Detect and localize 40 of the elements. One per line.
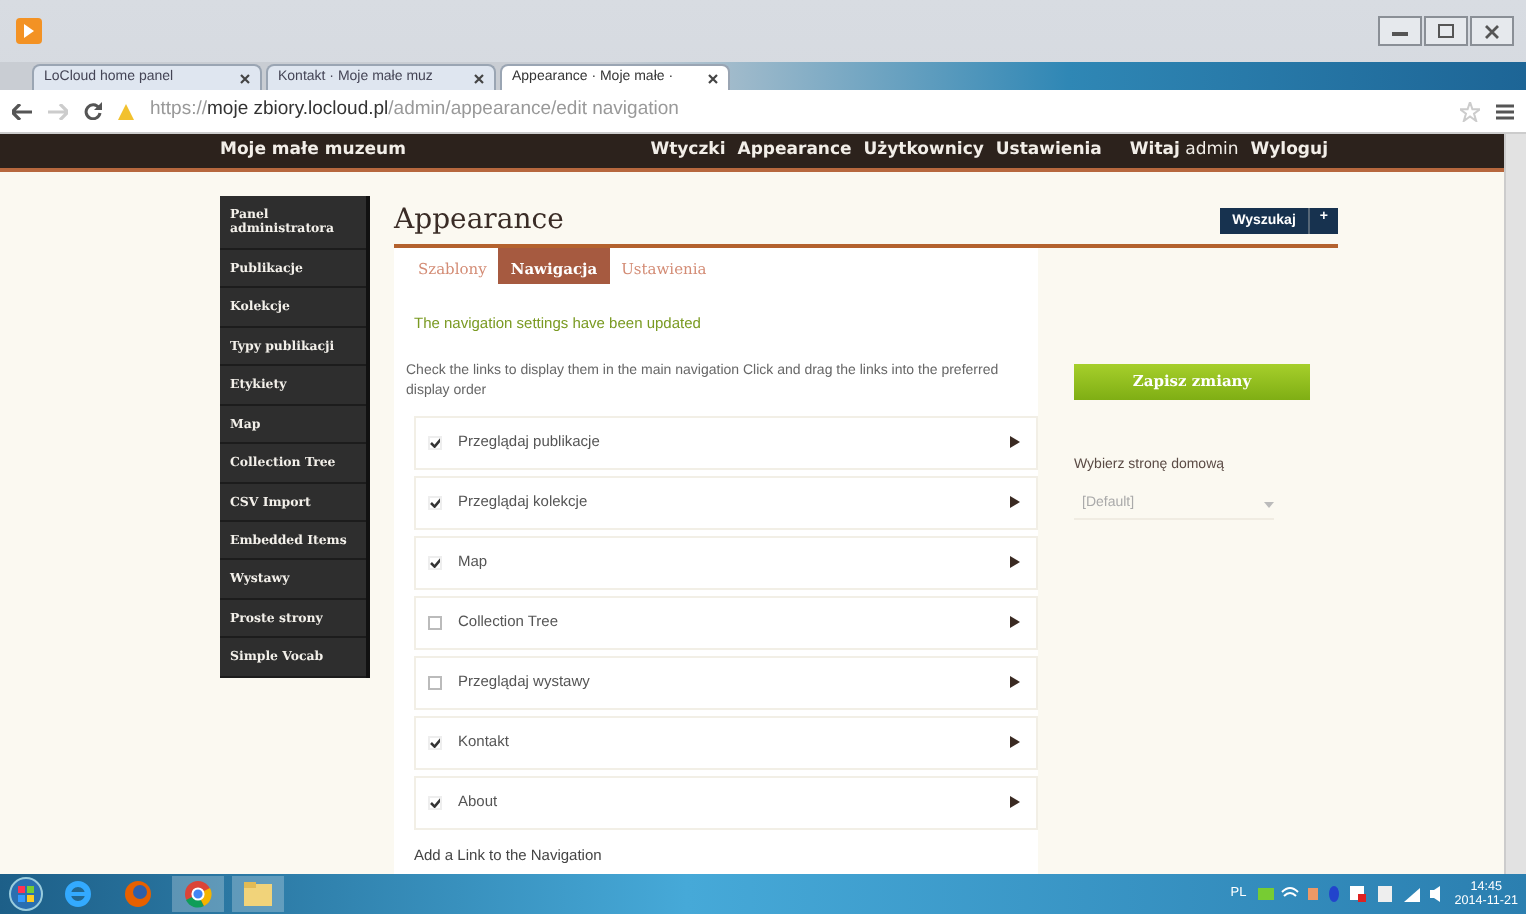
expand-arrow-icon[interactable] — [1010, 670, 1020, 694]
start-icon[interactable] — [8, 876, 44, 912]
close-icon[interactable] — [708, 73, 718, 83]
maximize-icon[interactable] — [1438, 24, 1454, 38]
checkbox[interactable] — [428, 435, 442, 450]
nav-link[interactable]: Użytkownicy — [863, 138, 984, 164]
back-icon[interactable] — [12, 103, 32, 119]
close-icon[interactable] — [240, 73, 250, 83]
close-button[interactable] — [1470, 16, 1514, 46]
maximize-button[interactable] — [1424, 16, 1468, 46]
tray-icons[interactable] — [1258, 884, 1443, 904]
nav-link[interactable]: Appearance — [737, 138, 852, 164]
nav-link[interactable]: Ustawienia — [995, 138, 1102, 164]
app-icon — [16, 18, 42, 44]
menu-icon[interactable] — [1496, 103, 1514, 119]
checkbox[interactable] — [428, 495, 442, 510]
expand-arrow-icon[interactable] — [1010, 730, 1020, 754]
star-icon[interactable] — [1460, 101, 1480, 121]
checkbox[interactable] — [428, 735, 442, 750]
checkbox[interactable] — [428, 675, 442, 690]
greeting-text: Witaj admin — [1129, 138, 1239, 164]
expand-arrow-icon[interactable] — [1010, 790, 1020, 814]
minimize-icon[interactable] — [1392, 27, 1408, 35]
browser-icon[interactable] — [64, 880, 92, 908]
logout-link[interactable]: Wyloguj — [1250, 138, 1328, 164]
nav-link[interactable]: Wtyczki — [650, 138, 726, 164]
expand-arrow-icon[interactable] — [1010, 490, 1020, 514]
checkbox[interactable] — [428, 615, 442, 630]
minimize-button[interactable] — [1378, 16, 1422, 46]
close-icon[interactable] — [1484, 23, 1500, 39]
scrollbar[interactable] — [1504, 134, 1526, 874]
close-icon[interactable] — [474, 73, 484, 83]
expand-arrow-icon[interactable] — [1010, 550, 1020, 574]
checkbox[interactable] — [428, 795, 442, 810]
checkbox[interactable] — [428, 555, 442, 570]
expand-arrow-icon[interactable] — [1010, 430, 1020, 454]
reload-icon[interactable] — [84, 102, 102, 120]
site-title[interactable]: Moje małe muzeum — [220, 138, 406, 164]
page-title: Appearance — [394, 201, 564, 239]
expand-arrow-icon[interactable] — [1010, 610, 1020, 634]
